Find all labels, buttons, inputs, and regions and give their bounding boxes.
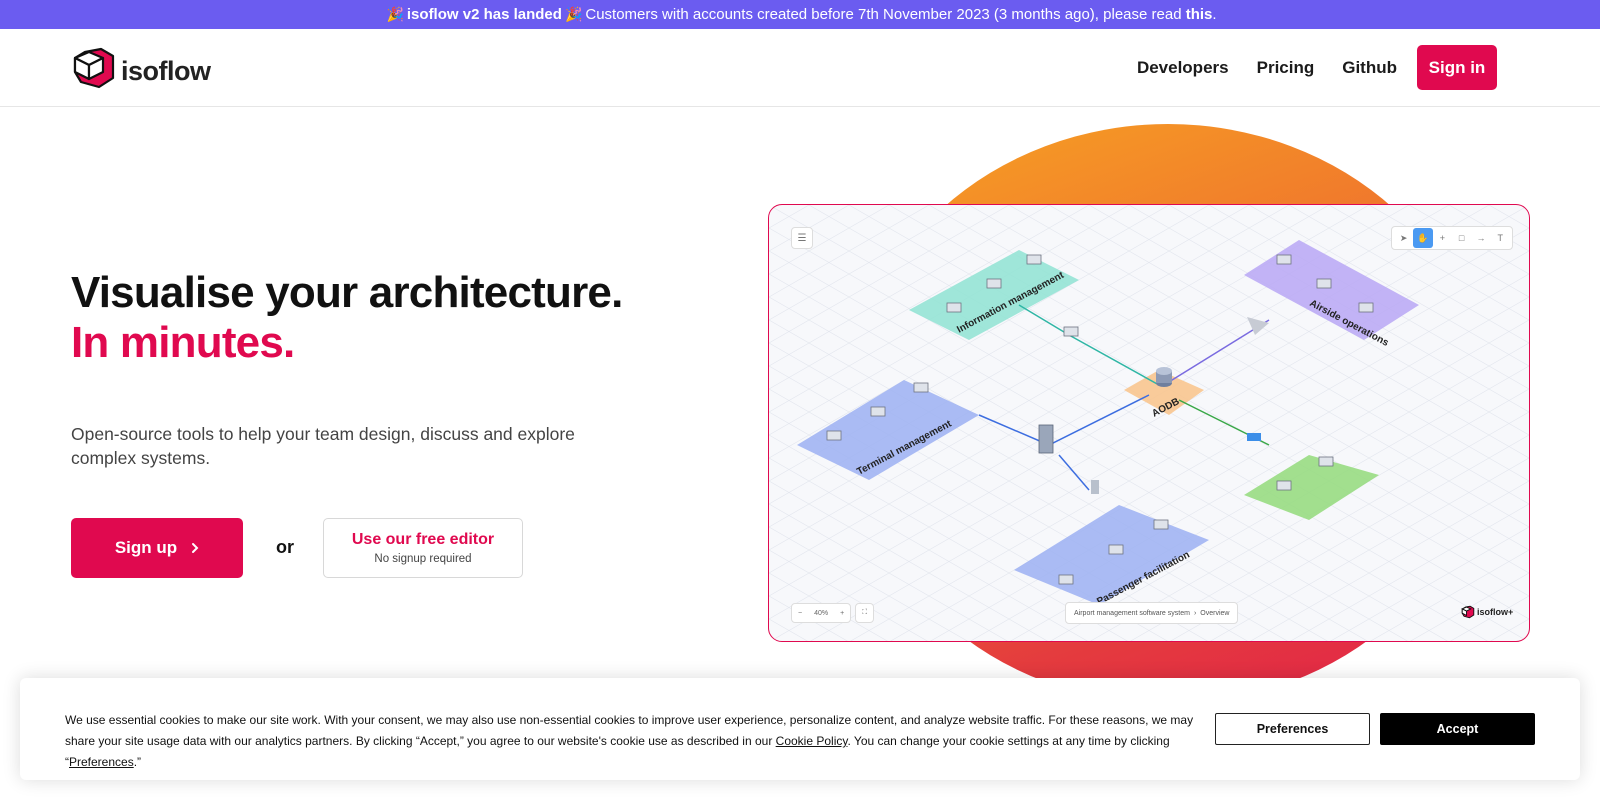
zoom-out-icon[interactable]: − [792, 610, 808, 617]
sign-in-button[interactable]: Sign in [1417, 45, 1497, 90]
banner-message: Customers with accounts created before 7… [585, 6, 1182, 23]
accept-button[interactable]: Accept [1380, 713, 1535, 745]
hero-title-main: Visualise your architecture. [71, 268, 623, 317]
breadcrumb-root[interactable]: Airport management software system [1074, 610, 1190, 617]
banner-suffix: . [1212, 6, 1217, 23]
diagram-breadcrumb: Airport management software system › Ove… [1065, 602, 1239, 624]
free-editor-sublabel: No signup required [374, 553, 472, 565]
cookie-policy-link[interactable]: Cookie Policy [776, 734, 848, 748]
isometric-diagram: Information management Airside operation… [769, 205, 1529, 641]
connector-tool-icon[interactable]: → [1471, 228, 1490, 248]
zoom-controls: − 40% + ⛶ [791, 603, 875, 623]
party-emoji-icon: 🎉 [564, 6, 583, 22]
logo-wordmark: isoflow [121, 55, 211, 86]
hero-subtitle: Open-source tools to help your team desi… [71, 424, 575, 468]
logo[interactable]: isoflow [71, 46, 211, 90]
or-separator: or [276, 537, 294, 557]
cookie-text: We use essential cookies to make our sit… [65, 710, 1195, 773]
banner-read-link[interactable]: this [1186, 6, 1213, 23]
announcement-banner: 🎉 isoflow v2 has landed 🎉 Customers with… [0, 0, 1600, 29]
add-tool-icon[interactable]: + [1433, 228, 1452, 248]
isoflow-plus-text: isoflow+ [1477, 607, 1514, 617]
site-header: isoflow Developers Pricing Github Sign i… [0, 29, 1600, 107]
preferences-button[interactable]: Preferences [1215, 713, 1370, 745]
sign-up-label: Sign up [114, 538, 178, 557]
nav-developers[interactable]: Developers [1137, 58, 1229, 78]
banner-headline: isoflow v2 has landed [406, 6, 562, 23]
pan-tool-icon[interactable]: ✋ [1413, 228, 1433, 248]
chevron-right-icon: › [1193, 609, 1197, 617]
select-tool-icon[interactable]: ➤ [1394, 228, 1413, 248]
rectangle-tool-icon[interactable]: □ [1452, 228, 1471, 248]
cookie-banner: We use essential cookies to make our sit… [20, 678, 1580, 780]
cookie-text-end: .” [133, 755, 142, 769]
free-editor-label: Use our free editor [351, 531, 495, 548]
hero-title-accent: In minutes. [71, 318, 295, 367]
free-editor-button[interactable]: Use our free editor No signup required [323, 518, 523, 578]
menu-icon[interactable]: ☰ [791, 227, 813, 249]
cube-logo-icon [1461, 605, 1475, 619]
cookie-preferences-link[interactable]: Preferences [69, 755, 134, 769]
diagram-toolbar: ➤ ✋ + □ → T [1391, 226, 1513, 250]
diagram-preview: Information management Airside operation… [768, 204, 1530, 642]
sign-up-button[interactable]: Sign up [71, 518, 243, 578]
zoom-in-icon[interactable]: + [834, 610, 850, 617]
cube-logo-icon [73, 47, 115, 89]
zoom-level: 40% [814, 609, 829, 617]
main-nav: Developers Pricing Github Sign in [1109, 45, 1497, 90]
nav-pricing[interactable]: Pricing [1257, 58, 1315, 78]
hero-title: Visualise your architecture. In minutes. [71, 268, 623, 368]
chevron-right-icon [192, 543, 199, 553]
nav-github[interactable]: Github [1342, 58, 1397, 78]
party-emoji-icon: 🎉 [386, 6, 404, 22]
isoflow-plus-logo: isoflow+ [1461, 605, 1513, 619]
text-tool-icon[interactable]: T [1491, 228, 1510, 248]
fullscreen-icon[interactable]: ⛶ [856, 609, 873, 617]
breadcrumb-page[interactable]: Overview [1200, 610, 1229, 617]
